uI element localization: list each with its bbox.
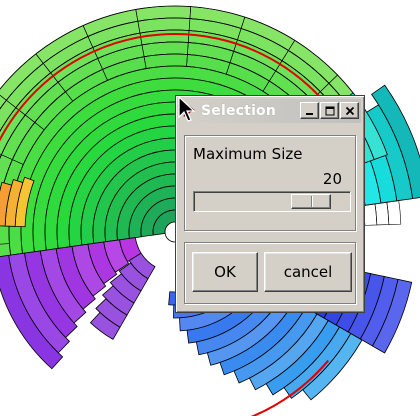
maximize-button[interactable] [320, 102, 339, 119]
maximum-size-slider[interactable] [193, 191, 351, 212]
selection-dialog: Selection Maximum Size 20 OK cancel [175, 95, 365, 313]
minimize-icon [305, 112, 313, 115]
arrow-cursor-icon [178, 96, 196, 122]
maximize-icon [325, 106, 334, 115]
cancel-button[interactable]: cancel [264, 252, 352, 292]
minimize-button[interactable] [300, 102, 319, 119]
dialog-title: Selection [201, 103, 277, 119]
slider-thumb[interactable] [290, 194, 331, 209]
title-bar[interactable]: Selection [179, 99, 361, 123]
ok-button[interactable]: OK [192, 252, 258, 292]
close-button[interactable] [340, 102, 359, 119]
maximum-size-value: 20 [322, 170, 342, 188]
maximum-size-label: Maximum Size [193, 145, 303, 163]
close-icon [345, 106, 354, 115]
